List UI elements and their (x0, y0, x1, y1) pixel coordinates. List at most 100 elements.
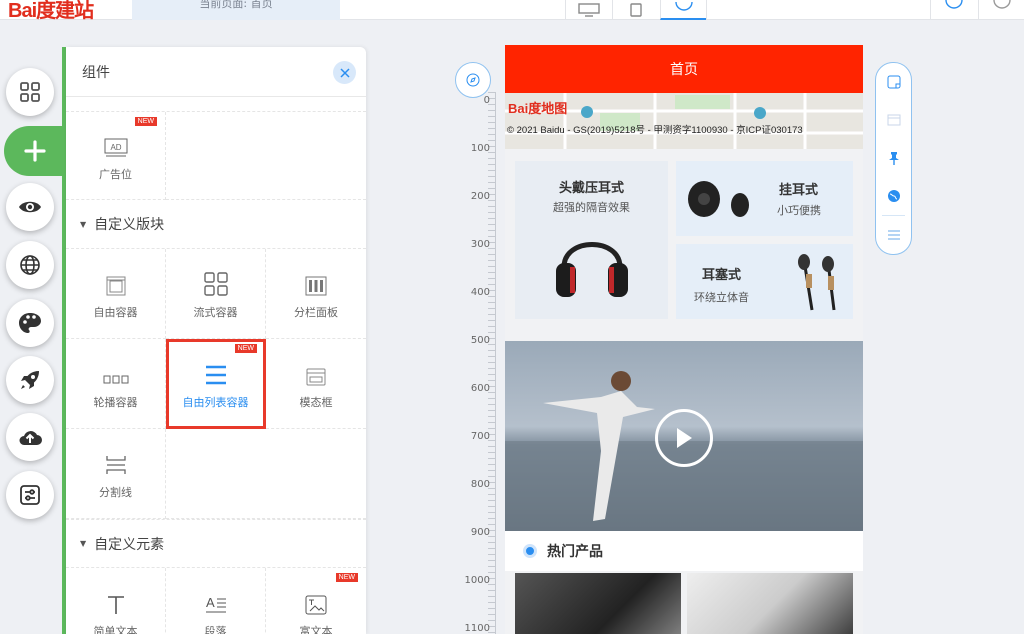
hot-product-image[interactable] (515, 573, 681, 634)
section-custom-element[interactable]: ▼ 自定义元素 (66, 519, 366, 567)
layers-icon[interactable] (876, 101, 911, 139)
apps-icon[interactable] (6, 68, 54, 116)
cloud-upload-icon[interactable] (6, 413, 54, 461)
preview-header[interactable]: 首页 (505, 45, 863, 93)
video-banner[interactable] (505, 341, 863, 531)
hot-product-image[interactable] (687, 573, 853, 634)
component-label: 段落 (204, 624, 227, 634)
map-copyright: © 2021 Baidu - GS(2019)5218号 - 甲测资字11009… (507, 125, 803, 136)
component-flow-container[interactable]: 流式容器 (166, 249, 266, 339)
component-label: 自由容器 (93, 305, 138, 319)
component-label: 简单文本 (93, 624, 138, 634)
component-ad[interactable]: NEW AD 广告位 (66, 112, 166, 200)
rocket-icon[interactable] (6, 356, 54, 404)
mobile-preview: 首页 Bai度地图 © 2021 Baidu - GS(2019)5218号 -… (505, 45, 863, 634)
product-title: 挂耳式 (779, 183, 819, 198)
rich-text-icon (305, 587, 327, 615)
map-widget[interactable]: Bai度地图 © 2021 Baidu - GS(2019)5218号 - 甲测… (505, 93, 863, 149)
right-toolbar (875, 62, 912, 255)
custom-element-grid: 简单文本 A 段落 NEW 富文本 (66, 567, 366, 634)
free-container-icon (106, 268, 126, 296)
product-subtitle: 超强的隔音效果 (553, 201, 630, 214)
product-card-earbuds[interactable]: 耳塞式 环绕立体音 (676, 244, 853, 319)
product-title: 耳塞式 (702, 268, 742, 283)
empty-cell (166, 112, 366, 200)
carousel-icon (103, 358, 129, 386)
text-icon (106, 587, 126, 615)
play-button[interactable] (655, 409, 713, 467)
hot-products-title: 热门产品 (505, 531, 863, 571)
components-panel: 组件 NEW AD 广告位 ▼ 自定义版块 自由容器 流式容器 分栏面板 轮播容器 (66, 47, 366, 634)
pin-icon[interactable] (876, 139, 911, 177)
empty-cell (166, 429, 366, 519)
user-icon[interactable] (978, 0, 1024, 20)
ruler-tick-label: 800 (470, 479, 490, 490)
ruler-tick-label: 100 (470, 143, 490, 154)
component-divider[interactable]: 分割线 (66, 429, 166, 519)
component-label: 自由列表容器 (182, 395, 249, 409)
component-paragraph[interactable]: A 段落 (166, 568, 266, 634)
component-column-panel[interactable]: 分栏面板 (266, 249, 366, 339)
component-rich-text[interactable]: NEW 富文本 (266, 568, 366, 634)
ruler-tick-label: 1100 (464, 623, 490, 634)
product-card-ear-hook[interactable]: 挂耳式 小巧便携 (676, 161, 853, 236)
section-custom-block[interactable]: ▼ 自定义版块 (66, 200, 366, 248)
help-icon[interactable] (930, 0, 976, 20)
component-modal[interactable]: 模态框 (266, 339, 366, 429)
tablet-icon[interactable] (612, 0, 658, 20)
new-badge: NEW (234, 344, 257, 353)
component-label: 分割线 (99, 485, 132, 499)
page-settings-icon[interactable] (876, 63, 911, 101)
paragraph-icon: A (205, 587, 227, 615)
component-label: 广告位 (99, 167, 132, 181)
ear-hook-image (688, 181, 749, 217)
ruler-tick-label: 1000 (464, 575, 490, 586)
ruler-tick-label: 900 (470, 527, 490, 538)
panel-title: 组件 (66, 47, 366, 97)
baidu-logo[interactable]: Bai度建站 (8, 0, 94, 23)
component-label: 轮播容器 (93, 395, 138, 409)
column-panel-icon (305, 268, 327, 296)
product-card-headphones[interactable]: 头戴压耳式 超强的隔音效果 (515, 161, 668, 319)
flow-container-icon (203, 268, 228, 296)
desktop-icon[interactable] (565, 0, 611, 20)
map-logo: Bai度地图 (508, 101, 568, 116)
compass-icon[interactable] (455, 62, 491, 98)
component-free-list-container[interactable]: NEW 自由列表容器 (166, 339, 266, 429)
collapse-icon: ▼ (80, 219, 87, 229)
product-subtitle: 小巧便携 (777, 204, 821, 217)
component-label: 流式容器 (193, 305, 238, 319)
product-grid: 头戴压耳式 超强的隔音效果 挂耳式 小巧便携 耳塞式 环绕立体音 (515, 157, 853, 319)
plus-icon[interactable] (4, 126, 66, 176)
headphones-image (555, 242, 628, 297)
component-simple-text[interactable]: 简单文本 (66, 568, 166, 634)
component-carousel[interactable]: 轮播容器 (66, 339, 166, 429)
ruler-tick-label: 600 (470, 383, 490, 394)
vertical-ruler (488, 92, 496, 634)
mobile-icon[interactable] (660, 0, 706, 20)
collapse-icon: ▼ (80, 539, 87, 548)
new-badge: NEW (134, 117, 157, 126)
component-label: 富文本 (299, 624, 333, 634)
product-title: 头戴压耳式 (558, 181, 624, 196)
globe-icon[interactable] (6, 241, 54, 289)
list-settings-icon[interactable] (882, 215, 905, 253)
ruler-tick-label: 400 (470, 287, 490, 298)
globe-small-icon[interactable] (876, 177, 911, 215)
palette-icon[interactable] (6, 299, 54, 347)
bullet-icon (523, 544, 537, 558)
eye-icon[interactable] (6, 183, 54, 231)
current-page-tab[interactable]: 当前页面: 首页 (132, 0, 340, 20)
ruler-tick-label: 300 (470, 239, 490, 250)
divider-icon (105, 448, 127, 476)
component-label: 模态框 (299, 395, 333, 409)
ruler-tick-label: 200 (470, 191, 490, 202)
product-subtitle: 环绕立体音 (694, 291, 749, 304)
component-label: 分栏面板 (294, 305, 338, 319)
list-icon (204, 358, 228, 386)
close-icon[interactable] (333, 61, 356, 84)
component-free-container[interactable]: 自由容器 (66, 249, 166, 339)
svg-text:AD: AD (110, 143, 121, 152)
settings-sliders-icon[interactable] (6, 471, 54, 519)
custom-block-grid: 自由容器 流式容器 分栏面板 轮播容器 NEW 自由列表容器 模态框 分割线 (66, 248, 366, 519)
